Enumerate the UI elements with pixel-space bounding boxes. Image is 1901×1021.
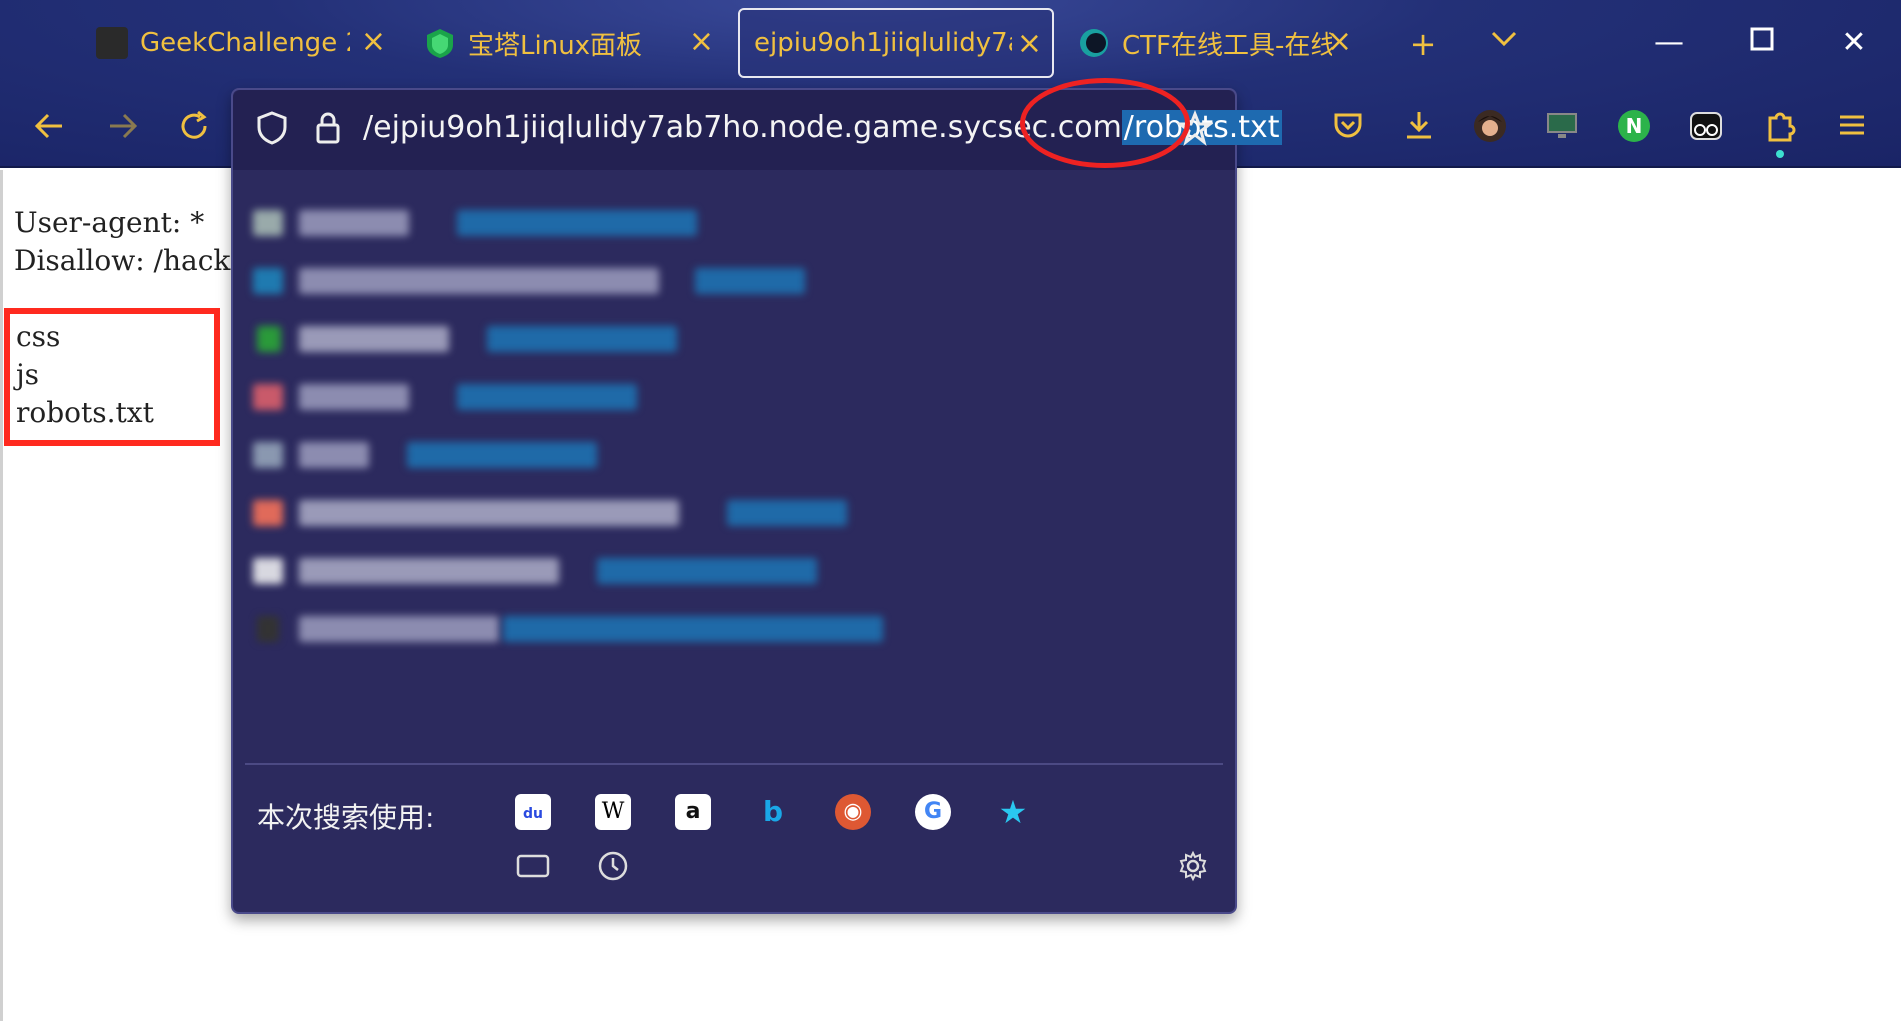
tab-geekchallenge[interactable]: GeekChallenge 20 × [96,8,396,78]
history-clock-icon[interactable] [593,850,633,890]
engine-glyph: a [685,799,701,824]
new-tab-icon[interactable]: + [1403,24,1443,64]
blurred-url [727,500,847,526]
suggestion-row[interactable] [253,316,1213,360]
blurred-text [299,268,659,294]
engine-glyph: ★ [998,793,1028,831]
site-favicon-icon [253,384,283,410]
bing-icon[interactable]: b [755,794,791,830]
blurred-text [299,442,369,468]
engine-glyph: ◉ [843,799,863,824]
engine-glyph: W [601,799,625,824]
minimize-icon[interactable]: — [1649,26,1689,60]
engine-glyph: G [923,799,943,824]
svg-text:N: N [1626,114,1643,138]
pocket-icon[interactable] [1326,108,1370,152]
site-favicon-icon [253,442,283,468]
close-window-icon[interactable]: ✕ [1834,26,1874,60]
one-off-search-label: 本次搜索使用: [257,801,435,834]
blurred-url [695,268,805,294]
close-tab-icon[interactable]: × [689,24,714,60]
back-arrow-icon[interactable] [28,108,72,152]
blurred-text [299,326,449,352]
blurred-text [299,500,679,526]
bookmarks-star-icon[interactable]: ★ [995,794,1031,830]
suggestion-row[interactable] [253,374,1213,418]
duckduckgo-icon[interactable]: ◉ [835,794,871,830]
tab-robots-active[interactable]: ejpiu9oh1jiiqlulidy7ab × [738,8,1054,78]
tab-label: CTF在线工具-在线b [1122,30,1332,61]
forward-arrow-icon[interactable] [100,108,144,152]
red-highlight-box [4,308,220,446]
site-favicon-icon [253,558,283,584]
blurred-url [487,326,677,352]
geekchallenge-favicon-icon [96,27,128,59]
tab-ctf-tools[interactable]: CTF在线工具-在线b × [1078,8,1362,78]
site-favicon-icon [253,210,283,236]
blurred-url [457,210,697,236]
ctf-favicon-icon [1078,27,1110,59]
blurred-text [299,210,409,236]
blurred-url [597,558,817,584]
wikipedia-icon[interactable]: W [595,794,631,830]
suggestion-row[interactable] [253,258,1213,302]
urlbar-dropdown: /ejpiu9oh1jiiqlulidy7ab7ho.node.game.syc… [231,88,1282,914]
tabs-search-icon[interactable] [513,850,553,890]
blurred-text [299,384,409,410]
blurred-text [299,558,559,584]
url-host: /ejpiu9oh1jiiqlulidy7ab7ho.node.game.syc… [363,110,1122,145]
blurred-url [407,442,597,468]
search-settings-gear-icon[interactable] [1173,850,1213,890]
extension-badge-dot [1776,150,1784,158]
list-tabs-icon[interactable] [1484,22,1524,62]
close-tab-icon[interactable]: × [361,24,386,60]
site-favicon-icon [257,616,279,642]
suggestion-row[interactable] [253,200,1213,244]
n-extension-icon[interactable]: N [1612,108,1656,152]
tracking-shield-icon[interactable] [255,110,289,150]
robots-disallow-line: Disallow: /hack [14,244,231,277]
avatar-extension-icon[interactable] [1468,108,1512,152]
reload-icon[interactable] [172,108,216,152]
suggestion-row[interactable] [253,606,1213,650]
suggestion-row[interactable] [253,490,1213,534]
suggestion-row[interactable] [253,548,1213,592]
engine-glyph: b [762,795,784,828]
tab-baota[interactable]: 宝塔Linux面板 × [424,8,724,78]
red-annotation-circle [1020,78,1190,168]
robots-user-agent-line: User-agent: * [14,206,205,239]
shield-favicon-icon [424,27,456,59]
download-icon[interactable] [1397,108,1441,152]
close-tab-icon[interactable]: × [1017,26,1042,62]
engine-glyph: du [523,806,543,822]
lock-icon[interactable] [313,110,343,150]
glasses-extension-icon[interactable] [1684,108,1728,152]
close-tab-icon[interactable]: × [1327,24,1352,60]
monitor-extension-icon[interactable] [1540,108,1584,152]
tab-label: ejpiu9oh1jiiqlulidy7ab [754,28,1012,58]
google-icon[interactable]: G [915,794,951,830]
site-favicon-icon [253,500,283,526]
blurred-url [503,616,883,642]
baidu-icon[interactable]: du [515,794,551,830]
dropdown-divider [245,763,1223,765]
site-favicon-icon [253,268,283,294]
extensions-puzzle-icon[interactable] [1758,108,1802,152]
blurred-text [299,616,499,642]
site-favicon-icon [257,326,281,352]
tab-label: GeekChallenge 20 [140,28,350,58]
menu-hamburger-icon[interactable] [1830,108,1874,152]
robots-txt-content: User-agent: * Disallow: /hack [14,204,230,280]
maximize-icon[interactable] [1742,26,1782,60]
amazon-icon[interactable]: a [675,794,711,830]
blurred-url [457,384,637,410]
tab-label: 宝塔Linux面板 [468,30,643,61]
suggestion-row[interactable] [253,432,1213,476]
